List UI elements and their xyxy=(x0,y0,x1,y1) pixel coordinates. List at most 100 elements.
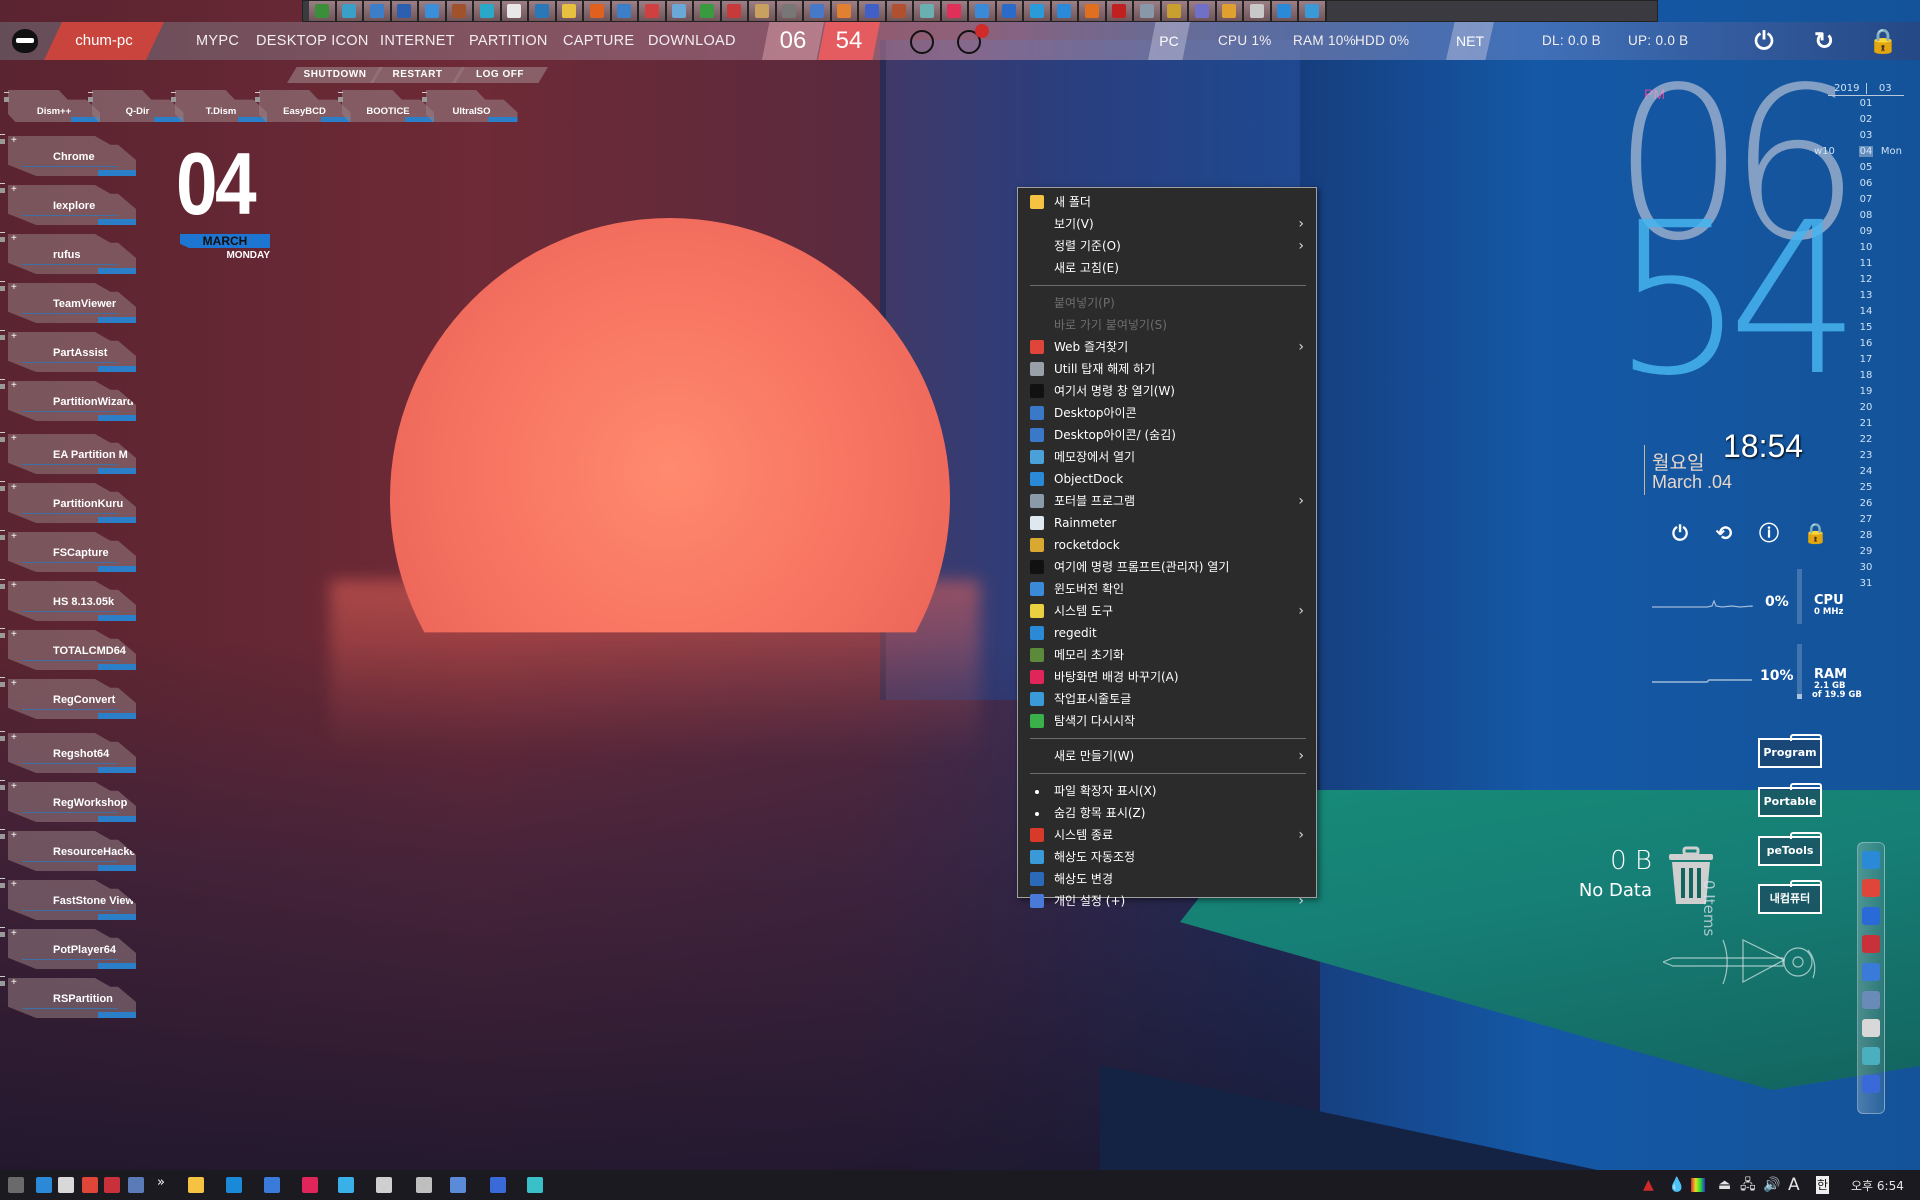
desktop-icon[interactable] xyxy=(264,1177,280,1193)
dock-usb-stick-icon[interactable] xyxy=(776,1,804,21)
usb-icon[interactable] xyxy=(376,1177,392,1193)
dock-gears-icon[interactable] xyxy=(969,1,997,21)
app-cyan-icon[interactable] xyxy=(36,1177,52,1193)
side-launcher-tile[interactable]: + PartitionWizard xyxy=(8,381,136,421)
context-menu-item[interactable]: 시스템 종료 › xyxy=(1020,824,1314,846)
menu-capture[interactable]: CAPTURE xyxy=(563,22,634,60)
side-launcher-tile[interactable]: + Chrome xyxy=(8,136,136,176)
book-icon[interactable] xyxy=(1862,1047,1880,1065)
monitor-app-icon[interactable] xyxy=(1862,963,1880,981)
ie-icon[interactable] xyxy=(1862,851,1880,869)
restart-button[interactable]: RESTART xyxy=(370,67,465,83)
dock-pen-tool-icon[interactable] xyxy=(611,1,639,21)
context-menu-item[interactable]: 새로 고침(E) xyxy=(1020,257,1314,279)
context-menu-item[interactable]: 시스템 도구 › xyxy=(1020,600,1314,622)
menu-desktop-icon[interactable]: DESKTOP ICON xyxy=(256,22,369,60)
ninja-logo-icon[interactable] xyxy=(12,29,38,53)
context-menu-item[interactable]: 여기에 명령 프롬프트(관리자) 열기 xyxy=(1020,556,1314,578)
launcher-tile[interactable]: Q-Dir xyxy=(91,90,184,122)
context-menu-item[interactable]: 개인 설정 (+) › xyxy=(1020,890,1314,912)
dock-ms-office-icon[interactable] xyxy=(721,1,749,21)
menu-internet[interactable]: INTERNET xyxy=(380,22,455,60)
side-launcher-tile[interactable]: + HS 8.13.05k xyxy=(8,581,136,621)
folder-petools[interactable]: peTools xyxy=(1758,832,1822,866)
folder-program[interactable]: Program xyxy=(1758,734,1822,768)
side-launcher-tile[interactable]: + TeamViewer xyxy=(8,283,136,323)
lock-icon[interactable]: 🔒 xyxy=(1868,28,1898,56)
menu-download[interactable]: DOWNLOAD xyxy=(648,22,736,60)
dock-tiles-icon[interactable] xyxy=(364,1,392,21)
chrome-outline-icon[interactable] xyxy=(910,30,934,54)
folder-my-computer[interactable]: 내컴퓨터 xyxy=(1758,880,1822,914)
context-menu-item[interactable]: ObjectDock xyxy=(1020,468,1314,490)
computer-icon[interactable] xyxy=(1862,991,1880,1009)
context-menu-item[interactable]: 해상도 변경 xyxy=(1020,868,1314,890)
screenshot-icon[interactable] xyxy=(338,1177,354,1193)
network-adapter-icon[interactable]: 🖧 xyxy=(1740,1176,1756,1194)
context-menu-item[interactable]: Web 즐겨찾기 › xyxy=(1020,336,1314,358)
dock-orange-doc-icon[interactable] xyxy=(584,1,612,21)
volume-icon[interactable]: 🔊 xyxy=(1763,1176,1780,1194)
rainmeter-drop-icon[interactable]: 💧 xyxy=(1668,1176,1685,1194)
dock-doc-pen-icon[interactable] xyxy=(1244,1,1272,21)
chrome-icon[interactable] xyxy=(1862,879,1880,897)
context-menu-item[interactable]: 작업표시줄토글 xyxy=(1020,688,1314,710)
dock-monitor-drop-icon[interactable] xyxy=(666,1,694,21)
launcher-tile[interactable]: EasyBCD xyxy=(258,90,351,122)
shutdown-button[interactable]: SHUTDOWN xyxy=(287,67,383,83)
context-menu-item[interactable]: 여기서 명령 창 열기(W) xyxy=(1020,380,1314,402)
dock-pink-monitor-icon[interactable] xyxy=(941,1,969,21)
context-menu-item[interactable]: 새로 만들기(W) › xyxy=(1020,745,1314,767)
dock-cyan-circle-icon[interactable] xyxy=(474,1,502,21)
launcher-tile[interactable]: Dism++ xyxy=(8,90,100,122)
launcher-tile[interactable]: UltraISO xyxy=(425,90,518,122)
dock-web-globe-icon[interactable] xyxy=(996,1,1024,21)
dock-red-window-icon[interactable] xyxy=(1106,1,1134,21)
usb-eject-icon[interactable]: ⏏ xyxy=(1718,1176,1731,1194)
wallpaper-icon[interactable] xyxy=(302,1177,318,1193)
drive-icon[interactable] xyxy=(416,1177,432,1193)
side-launcher-tile[interactable]: + TOTALCMD64 xyxy=(8,630,136,670)
side-launcher-tile[interactable]: + FSCapture xyxy=(8,532,136,572)
taskbar-clock[interactable]: 오후 6:54 xyxy=(1851,1177,1904,1194)
side-launcher-tile[interactable]: + EA Partition M xyxy=(8,434,136,474)
context-menu-item[interactable]: 파일 확장자 표시(X) xyxy=(1020,780,1314,802)
dock-recovery-text-icon[interactable] xyxy=(886,1,914,21)
dock-firefox-icon[interactable] xyxy=(1079,1,1107,21)
dock-rs-logo-icon[interactable] xyxy=(1216,1,1244,21)
dock-cubes-icon[interactable] xyxy=(419,1,447,21)
dock-blue-cog-icon[interactable] xyxy=(1299,1,1327,21)
context-menu-item[interactable]: rocketdock xyxy=(1020,534,1314,556)
context-menu-item[interactable]: 바탕화면 배경 바꾸기(A) xyxy=(1020,666,1314,688)
widget-logoff-icon[interactable]: ⓘ xyxy=(1758,522,1780,544)
widget-restart-icon[interactable]: ⟲ xyxy=(1713,522,1735,544)
dock-usb-drive-icon[interactable] xyxy=(501,1,529,21)
network-tri-icon[interactable]: ▲ xyxy=(1643,1176,1654,1194)
side-launcher-tile[interactable]: + rufus xyxy=(8,234,136,274)
context-menu-item[interactable]: 새 폴더 xyxy=(1020,191,1314,213)
context-menu-item[interactable]: 해상도 자동조정 xyxy=(1020,846,1314,868)
dock-floppy-save-icon[interactable] xyxy=(859,1,887,21)
context-menu-item[interactable]: Desktop아이콘 xyxy=(1020,402,1314,424)
grid-app-icon[interactable] xyxy=(104,1177,120,1193)
dock-pc-setup-icon[interactable] xyxy=(804,1,832,21)
side-launcher-tile[interactable]: + Iexplore xyxy=(8,185,136,225)
dock-green-drive-icon[interactable] xyxy=(694,1,722,21)
dock-ie-icon[interactable] xyxy=(1051,1,1079,21)
computer-icon[interactable] xyxy=(128,1177,144,1193)
dock-orange-disc-icon[interactable] xyxy=(831,1,859,21)
context-menu-item[interactable]: Desktop아이콘/ (숨김) xyxy=(1020,424,1314,446)
diamond-icon[interactable] xyxy=(58,1177,74,1193)
context-menu-item[interactable]: 숨김 항목 표시(Z) xyxy=(1020,802,1314,824)
context-menu-item[interactable]: 메모장에서 열기 xyxy=(1020,446,1314,468)
ime-hangul-icon[interactable]: 한 xyxy=(1816,1176,1830,1194)
menu-mypc[interactable]: MYPC xyxy=(196,22,239,60)
user-network-icon[interactable] xyxy=(490,1177,506,1193)
context-menu-item[interactable]: Rainmeter xyxy=(1020,512,1314,534)
teamviewer-icon[interactable] xyxy=(226,1177,242,1193)
widget-lock-icon[interactable]: 🔒 xyxy=(1803,522,1828,544)
host-name[interactable]: chum-pc xyxy=(44,22,164,60)
dock-play-triangle-icon[interactable] xyxy=(1271,1,1299,21)
dock-delta-triangle-icon[interactable] xyxy=(336,1,364,21)
network-icon[interactable] xyxy=(450,1177,466,1193)
